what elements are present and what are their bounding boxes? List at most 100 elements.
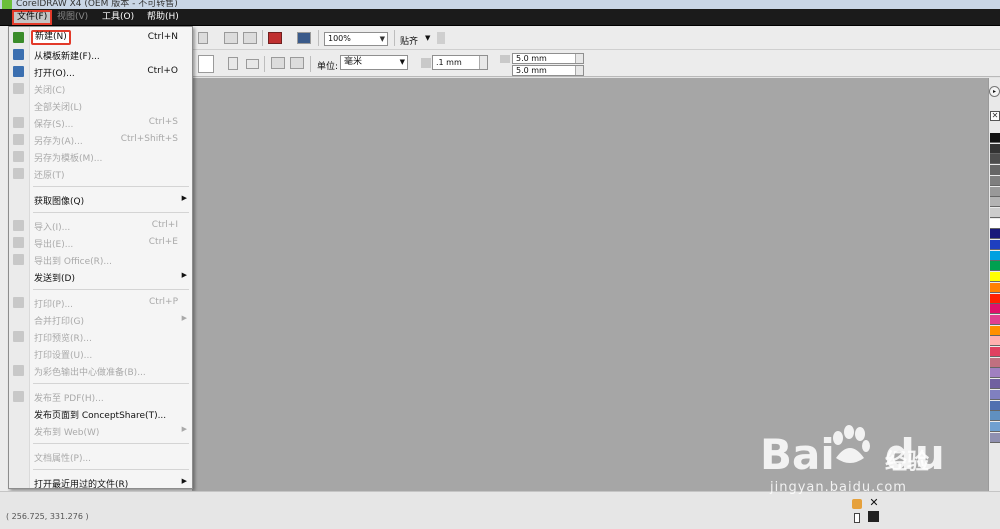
- file-menu-item[interactable]: 从模板新建(F)...: [9, 46, 192, 63]
- palette-swatch[interactable]: [990, 154, 1000, 165]
- color-management-icon[interactable]: [268, 32, 282, 44]
- file-menu-item: 合并打印(G) ▶: [9, 311, 192, 328]
- menu-item-label: 新建(N): [31, 30, 71, 45]
- file-menu-item[interactable]: 新建(N) Ctrl+N: [9, 29, 192, 46]
- print-preview-icon: [13, 331, 24, 342]
- no-fill-icon: ✕: [869, 496, 879, 509]
- spinner-icon[interactable]: [575, 54, 583, 63]
- palette-swatch[interactable]: [990, 432, 1000, 443]
- palette-swatch[interactable]: [990, 250, 1000, 261]
- menu-item-shortcut: Ctrl+P: [149, 297, 178, 307]
- spinner-icon[interactable]: [575, 66, 583, 75]
- landscape-icon[interactable]: [246, 59, 259, 69]
- palette-swatch[interactable]: [990, 240, 1000, 250]
- palette-swatch[interactable]: [990, 282, 1000, 293]
- menu-item-label: 导出(E)...: [34, 240, 74, 250]
- title-bar: CorelDRAW X4 (OEM 版本 - 不可转售): [0, 0, 1000, 9]
- palette-swatch[interactable]: [990, 133, 1000, 143]
- file-menu-item[interactable]: 获取图像(Q) ▶: [9, 191, 192, 208]
- toolbar-separator: [394, 30, 395, 46]
- file-menu-item: 打印预览(R)...: [9, 328, 192, 345]
- nudge-distance-input[interactable]: .1 mm: [432, 55, 488, 70]
- watermark-cn: 经验: [885, 450, 930, 475]
- palette-swatch[interactable]: [990, 411, 1000, 422]
- duplicate-x-input[interactable]: 5.0 mm: [512, 53, 584, 64]
- file-menu-item: 另存为模板(M)...: [9, 148, 192, 165]
- file-menu-item[interactable]: 发送到(D) ▶: [9, 268, 192, 285]
- pdf-icon: [13, 391, 24, 402]
- palette-swatch[interactable]: [990, 197, 1000, 208]
- file-menu-item: 发布至 PDF(H)...: [9, 388, 192, 405]
- palette-swatch[interactable]: [990, 304, 1000, 315]
- menu-view[interactable]: 视图(V): [54, 10, 91, 25]
- menu-item-label: 从模板新建(F)...: [34, 52, 100, 62]
- menu-separator: [33, 469, 189, 470]
- menu-separator: [33, 289, 189, 290]
- palette-swatch[interactable]: [990, 207, 1000, 218]
- app-logo-icon: [2, 0, 12, 9]
- menu-bar: 文件(F) 视图(V) 工具(O) 帮助(H): [0, 9, 1000, 26]
- file-menu-item[interactable]: 发布页面到 ConceptShare(T)...: [9, 405, 192, 422]
- palette-scroll-icon[interactable]: ▸: [989, 86, 1000, 97]
- palette-swatch[interactable]: [990, 175, 1000, 186]
- palette-swatch[interactable]: [990, 368, 1000, 379]
- menu-separator: [33, 383, 189, 384]
- palette-swatch[interactable]: [990, 357, 1000, 368]
- toolbox: [0, 26, 8, 496]
- toolbar-dropdown-icon[interactable]: [198, 32, 208, 44]
- menu-item-label: 发布至 PDF(H)...: [34, 394, 104, 404]
- palette-swatch[interactable]: [990, 389, 1000, 400]
- watermark-url: jingyan.baidu.com: [770, 480, 907, 495]
- palette-swatch[interactable]: [990, 143, 1000, 154]
- palette-swatch[interactable]: [990, 261, 1000, 272]
- palette-swatch[interactable]: [990, 421, 1000, 432]
- menu-item-shortcut: Ctrl+Shift+S: [120, 134, 178, 144]
- palette-swatch[interactable]: [990, 165, 1000, 176]
- application-launcher-icon[interactable]: [224, 32, 238, 44]
- palette-swatch[interactable]: [990, 293, 1000, 304]
- file-menu-dropdown: 新建(N) Ctrl+N 从模板新建(F)... 打开(O)... Ctrl+O 关闭(C…: [8, 26, 193, 516]
- options-icon[interactable]: [297, 32, 311, 44]
- palette-swatch[interactable]: [990, 325, 1000, 336]
- palette-swatch[interactable]: [990, 347, 1000, 357]
- menu-help[interactable]: 帮助(H): [144, 10, 182, 25]
- snap-dropdown-icon[interactable]: ▼: [425, 34, 430, 42]
- units-value: 毫米: [344, 57, 363, 67]
- all-pages-icon[interactable]: [271, 57, 285, 69]
- fill-bucket-icon: [852, 499, 862, 509]
- menu-tools[interactable]: 工具(O): [99, 10, 137, 25]
- snap-options-icon[interactable]: [437, 32, 445, 44]
- duplicate-y-input[interactable]: 5.0 mm: [512, 65, 584, 76]
- new-doc-icon: [13, 32, 24, 43]
- page-size-spinner[interactable]: [198, 55, 214, 73]
- file-menu-item[interactable]: 打开最近用过的文件(R) ▶: [9, 474, 192, 491]
- current-page-icon[interactable]: [290, 57, 304, 69]
- menu-item-shortcut: Ctrl+O: [147, 66, 178, 76]
- cursor-coordinates: ( 256.725, 331.276 ): [6, 512, 89, 521]
- palette-swatch[interactable]: [990, 229, 1000, 240]
- menu-item-shortcut: Ctrl+N: [147, 32, 178, 42]
- portrait-icon[interactable]: [228, 57, 238, 70]
- snap-to-button[interactable]: 贴齐: [400, 34, 418, 47]
- outline-color-swatch[interactable]: [868, 511, 879, 522]
- palette-swatch[interactable]: [990, 218, 1000, 229]
- palette-swatch[interactable]: [990, 379, 1000, 390]
- zoom-level-select[interactable]: 100% ▼: [324, 32, 388, 46]
- duplicate-x-value: 5.0 mm: [516, 54, 547, 63]
- welcome-screen-icon[interactable]: [243, 32, 257, 44]
- palette-swatch[interactable]: [990, 314, 1000, 325]
- export-office-icon: [13, 254, 24, 265]
- spinner-icon[interactable]: [479, 56, 487, 69]
- menu-item-label: 合并打印(G): [34, 317, 84, 327]
- nudge-icon: [421, 58, 431, 68]
- no-color-swatch[interactable]: ✕: [990, 111, 1000, 121]
- menu-file[interactable]: 文件(F): [12, 10, 53, 25]
- submenu-arrow-icon: ▶: [181, 314, 187, 322]
- palette-swatch[interactable]: [990, 272, 1000, 283]
- units-select[interactable]: 毫米 ▼: [340, 55, 408, 70]
- toolbar-separator: [262, 30, 263, 46]
- palette-swatch[interactable]: [990, 336, 1000, 347]
- file-menu-item[interactable]: 打开(O)... Ctrl+O: [9, 63, 192, 80]
- palette-swatch[interactable]: [990, 186, 1000, 197]
- palette-swatch[interactable]: [990, 400, 1000, 411]
